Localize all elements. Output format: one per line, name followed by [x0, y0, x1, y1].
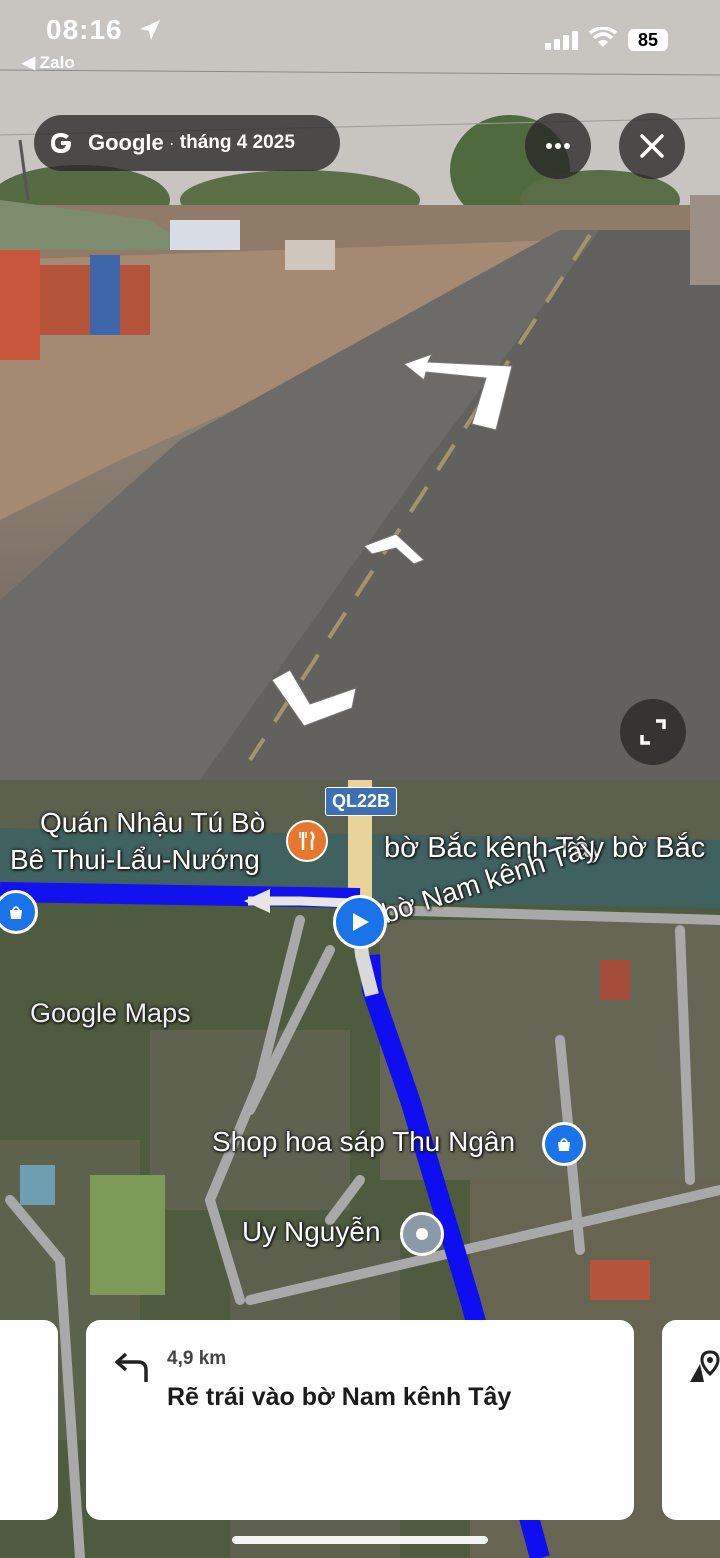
close-icon — [640, 134, 664, 158]
step-distance: 4,9 km — [167, 1348, 227, 1369]
poi-dot — [416, 1228, 428, 1240]
back-to-app-link[interactable]: ◀ Zalo — [22, 53, 75, 73]
status-time: 08:16 — [46, 14, 123, 45]
expand-button[interactable] — [620, 699, 686, 765]
turn-left-icon — [115, 1352, 148, 1382]
restaurant-label[interactable]: Quán Nhậu Tú Bò — [40, 807, 265, 839]
road-shield-ql22b: QL22B — [325, 787, 398, 816]
street-view-panel[interactable]: 08:16 ◀ Zalo 85 Google · tháng 4 2025 — [0, 0, 720, 780]
navigation-arrow-icon — [353, 913, 369, 931]
cellular-signal-icon — [545, 31, 578, 50]
poi-label[interactable]: Uy Nguyễn — [242, 1216, 381, 1248]
shop-pin-icon[interactable] — [542, 1122, 586, 1166]
shopping-bag-icon — [558, 1138, 570, 1151]
fork-knife-icon — [299, 831, 315, 850]
more-options-button[interactable] — [525, 113, 591, 179]
turn-left-nav-arrow-icon[interactable] — [400, 352, 520, 436]
step-instruction: Rẽ trái vào bờ Nam kênh Tây — [167, 1383, 512, 1411]
wifi-icon — [589, 27, 617, 47]
google-g-icon — [51, 133, 71, 153]
restaurant-pin-icon[interactable] — [286, 820, 328, 862]
more-dots-icon — [546, 143, 570, 149]
shopping-bag-icon — [10, 906, 22, 919]
expand-icon — [640, 719, 666, 745]
restaurant-label-line2[interactable]: Bê Thui-Lẩu-Nướng — [10, 844, 260, 876]
status-bar: 08:16 ◀ Zalo 85 — [0, 0, 720, 80]
previous-step-card[interactable] — [0, 1320, 58, 1520]
location-arrow-icon — [140, 20, 160, 40]
next-step-card[interactable] — [662, 1320, 720, 1520]
poi-pin-icon[interactable] — [400, 1212, 444, 1256]
shop-label[interactable]: Shop hoa sáp Thu Ngân — [212, 1126, 515, 1158]
close-button[interactable] — [619, 113, 685, 179]
imagery-date-label: tháng 4 2025 — [179, 132, 295, 153]
google-brand-label: Google — [88, 130, 164, 155]
imagery-info-pill[interactable]: Google · tháng 4 2025 — [34, 115, 340, 171]
current-step-card[interactable]: 4,9 km Rẽ trái vào bờ Nam kênh Tây — [86, 1320, 634, 1520]
destination-pin-icon — [690, 1350, 720, 1382]
current-location-marker — [333, 895, 387, 949]
home-indicator[interactable] — [232, 1536, 488, 1544]
battery-indicator: 85 — [628, 29, 668, 51]
backward-nav-arrow-icon[interactable] — [268, 668, 360, 730]
pill-separator: · — [168, 132, 175, 153]
google-maps-watermark: Google Maps — [30, 998, 191, 1028]
forward-nav-arrow-icon[interactable] — [362, 532, 426, 566]
